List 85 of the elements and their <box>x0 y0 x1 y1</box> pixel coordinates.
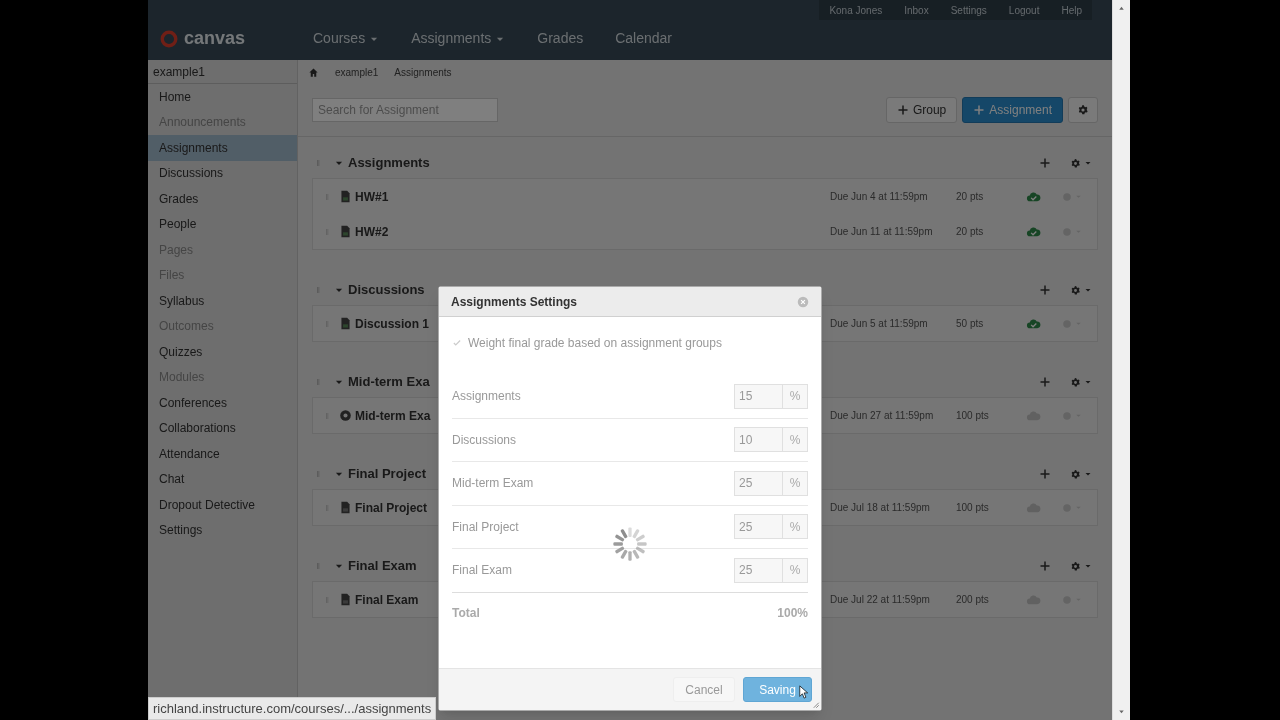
scroll-up-icon[interactable] <box>1117 4 1126 13</box>
due-date: Due Jun 11 at 11:59pm <box>830 225 934 239</box>
caret-icon <box>1083 562 1092 570</box>
weight-label: Mid-term Exam <box>452 475 535 493</box>
assignment-link[interactable]: Final Project <box>355 498 428 517</box>
add-group-button[interactable]: Group <box>885 97 958 123</box>
plus-icon <box>973 104 986 116</box>
points-text: 100 pts <box>956 501 990 515</box>
percent-addon: % <box>783 470 808 496</box>
due-date: Due Jun 4 at 11:59pm <box>830 190 929 204</box>
dialog-title: Assignments Settings <box>451 293 579 311</box>
nav-link[interactable]: Assignments <box>411 28 506 49</box>
percent-addon: % <box>783 383 808 409</box>
scrollbar[interactable] <box>1112 0 1130 720</box>
weight-label: Final Exam <box>452 562 514 580</box>
published-cloud-icon[interactable] <box>1026 316 1041 331</box>
nav-link[interactable]: Calendar <box>615 28 673 49</box>
close-icon[interactable] <box>797 295 809 308</box>
scroll-down-icon[interactable] <box>1117 707 1126 716</box>
caret-icon <box>1083 378 1092 386</box>
due-date: Due Jul 18 at 11:59pm <box>830 501 931 515</box>
plus-icon <box>1039 468 1051 480</box>
nav-link[interactable]: Courses <box>313 28 380 49</box>
header-link[interactable]: Inbox <box>904 2 929 18</box>
home-icon[interactable] <box>308 66 319 78</box>
logo-icon[interactable] <box>160 29 178 48</box>
plus-icon <box>896 104 909 116</box>
assignment-link[interactable]: HW#1 <box>355 187 389 206</box>
percent-addon: % <box>783 514 808 540</box>
header-link[interactable]: Help <box>1061 2 1082 18</box>
total-value: 100% <box>777 605 808 622</box>
settings-button[interactable] <box>1068 97 1098 123</box>
points-text: 50 pts <box>956 317 985 331</box>
gear-icon <box>1076 103 1090 117</box>
logo-text[interactable]: canvas <box>184 25 246 52</box>
points-text: 200 pts <box>956 593 990 607</box>
header-link[interactable]: Kona Jones <box>829 2 883 18</box>
header-link[interactable]: Settings <box>950 2 987 18</box>
group-title: Final Project <box>348 465 427 484</box>
points-text: 20 pts <box>956 225 985 239</box>
sidebar-item[interactable]: Assignments <box>148 135 297 161</box>
due-date: Due Jun 27 at 11:59pm <box>830 409 935 423</box>
checkbox-label: Weight final grade based on assignment groups <box>468 335 722 352</box>
document-icon <box>339 190 352 203</box>
document-icon <box>339 317 352 330</box>
add-assignment-button[interactable]: Assignment <box>962 97 1063 123</box>
assignment-link[interactable]: Mid-term Exa <box>355 406 431 425</box>
status-url: richland.instructure.com/courses/.../assignments <box>148 697 437 720</box>
assignment-link[interactable]: Discussion 1 <box>355 314 430 333</box>
caret-icon <box>1083 470 1092 478</box>
document-icon <box>339 225 352 238</box>
published-cloud-icon[interactable] <box>1026 189 1041 204</box>
plus-icon <box>1039 157 1051 169</box>
due-date: Due Jun 5 at 11:59pm <box>830 317 929 331</box>
points-text: 20 pts <box>956 190 985 204</box>
plus-icon <box>1039 284 1051 296</box>
points-text: 100 pts <box>956 409 990 423</box>
nav-link[interactable]: Grades <box>537 28 584 49</box>
total-label: Total <box>452 605 481 622</box>
assignment-link[interactable]: Final Exam <box>355 590 419 609</box>
weight-label: Assignments <box>452 388 522 406</box>
percent-addon: % <box>783 427 808 453</box>
caret-icon <box>1083 159 1092 167</box>
quiz-icon <box>339 409 352 422</box>
save-button[interactable]: Saving <box>743 677 812 702</box>
document-icon <box>339 501 352 514</box>
percent-addon: % <box>783 557 808 583</box>
assignment-link[interactable]: HW#2 <box>355 222 389 241</box>
header-link[interactable]: Logout <box>1008 2 1040 18</box>
plus-icon <box>1039 376 1051 388</box>
caret-icon <box>1083 286 1092 294</box>
published-cloud-icon[interactable] <box>1026 224 1041 239</box>
plus-icon <box>1039 560 1051 572</box>
group-title: Mid-term Exa <box>348 373 430 392</box>
checkbox[interactable] <box>452 338 462 348</box>
group-title: Assignments <box>348 154 430 173</box>
group-title: Discussions <box>348 281 425 300</box>
document-icon <box>339 593 352 606</box>
breadcrumb-link[interactable]: example1 <box>335 64 379 80</box>
cancel-button[interactable]: Cancel <box>673 677 735 702</box>
group-title: Final Exam <box>348 557 417 576</box>
breadcrumb-link[interactable]: Assignments <box>394 64 452 80</box>
due-date: Due Jul 22 at 11:59pm <box>830 593 931 607</box>
weight-label: Final Project <box>452 518 520 536</box>
weight-label: Discussions <box>452 431 518 449</box>
